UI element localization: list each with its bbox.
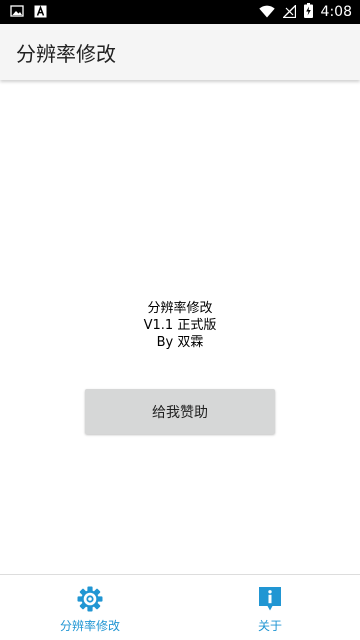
app-bar: 分辨率修改 <box>0 24 360 80</box>
image-icon <box>10 3 24 22</box>
nav-label-about: 关于 <box>257 619 282 633</box>
app-name-text: 分辨率修改 <box>147 301 213 316</box>
status-time: 4:08 <box>320 4 352 20</box>
nav-item-about[interactable]: 关于 <box>180 575 360 640</box>
nav-item-resolution[interactable]: 分辨率修改 <box>0 575 180 640</box>
gear-icon <box>76 585 104 613</box>
app-a-icon <box>34 3 47 22</box>
app-info: 分辨率修改 V1.1 正式版 By 双霖 <box>0 300 360 351</box>
battery-charging-icon <box>303 2 313 22</box>
bottom-nav: 分辨率修改 关于 <box>0 574 360 640</box>
version-text: V1.1 正式版 <box>143 318 217 333</box>
author-text: By 双霖 <box>156 335 204 350</box>
main-content: 分辨率修改 V1.1 正式版 By 双霖 给我赞助 <box>0 80 360 574</box>
no-signal-icon <box>281 3 296 22</box>
info-icon <box>256 585 284 613</box>
sponsor-button[interactable]: 给我赞助 <box>85 389 275 434</box>
wifi-icon <box>258 3 275 22</box>
nav-label-resolution: 分辨率修改 <box>59 619 120 633</box>
page-title: 分辨率修改 <box>16 41 116 66</box>
status-bar: 4:08 <box>0 0 360 24</box>
